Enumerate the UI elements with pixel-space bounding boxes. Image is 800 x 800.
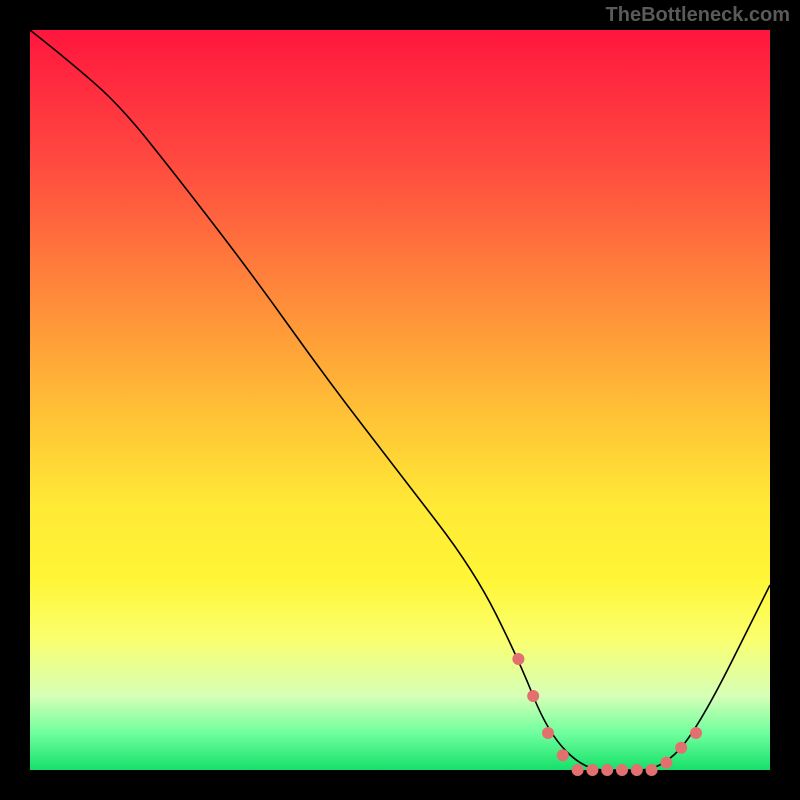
- highlight-dot: [675, 742, 687, 754]
- highlight-dot: [631, 764, 643, 776]
- highlight-dot: [542, 727, 554, 739]
- highlight-dot: [616, 764, 628, 776]
- highlight-dot: [557, 749, 569, 761]
- highlight-dot: [690, 727, 702, 739]
- highlight-dot: [512, 653, 524, 665]
- highlight-dot: [527, 690, 539, 702]
- chart-frame: TheBottleneck.com: [0, 0, 800, 800]
- highlight-dot: [646, 764, 658, 776]
- attribution-text: TheBottleneck.com: [606, 4, 790, 27]
- curve-line: [30, 30, 770, 770]
- highlight-dot: [586, 764, 598, 776]
- highlight-dot: [601, 764, 613, 776]
- chart-svg: [30, 30, 770, 770]
- highlight-dot: [572, 764, 584, 776]
- highlight-dot: [660, 757, 672, 769]
